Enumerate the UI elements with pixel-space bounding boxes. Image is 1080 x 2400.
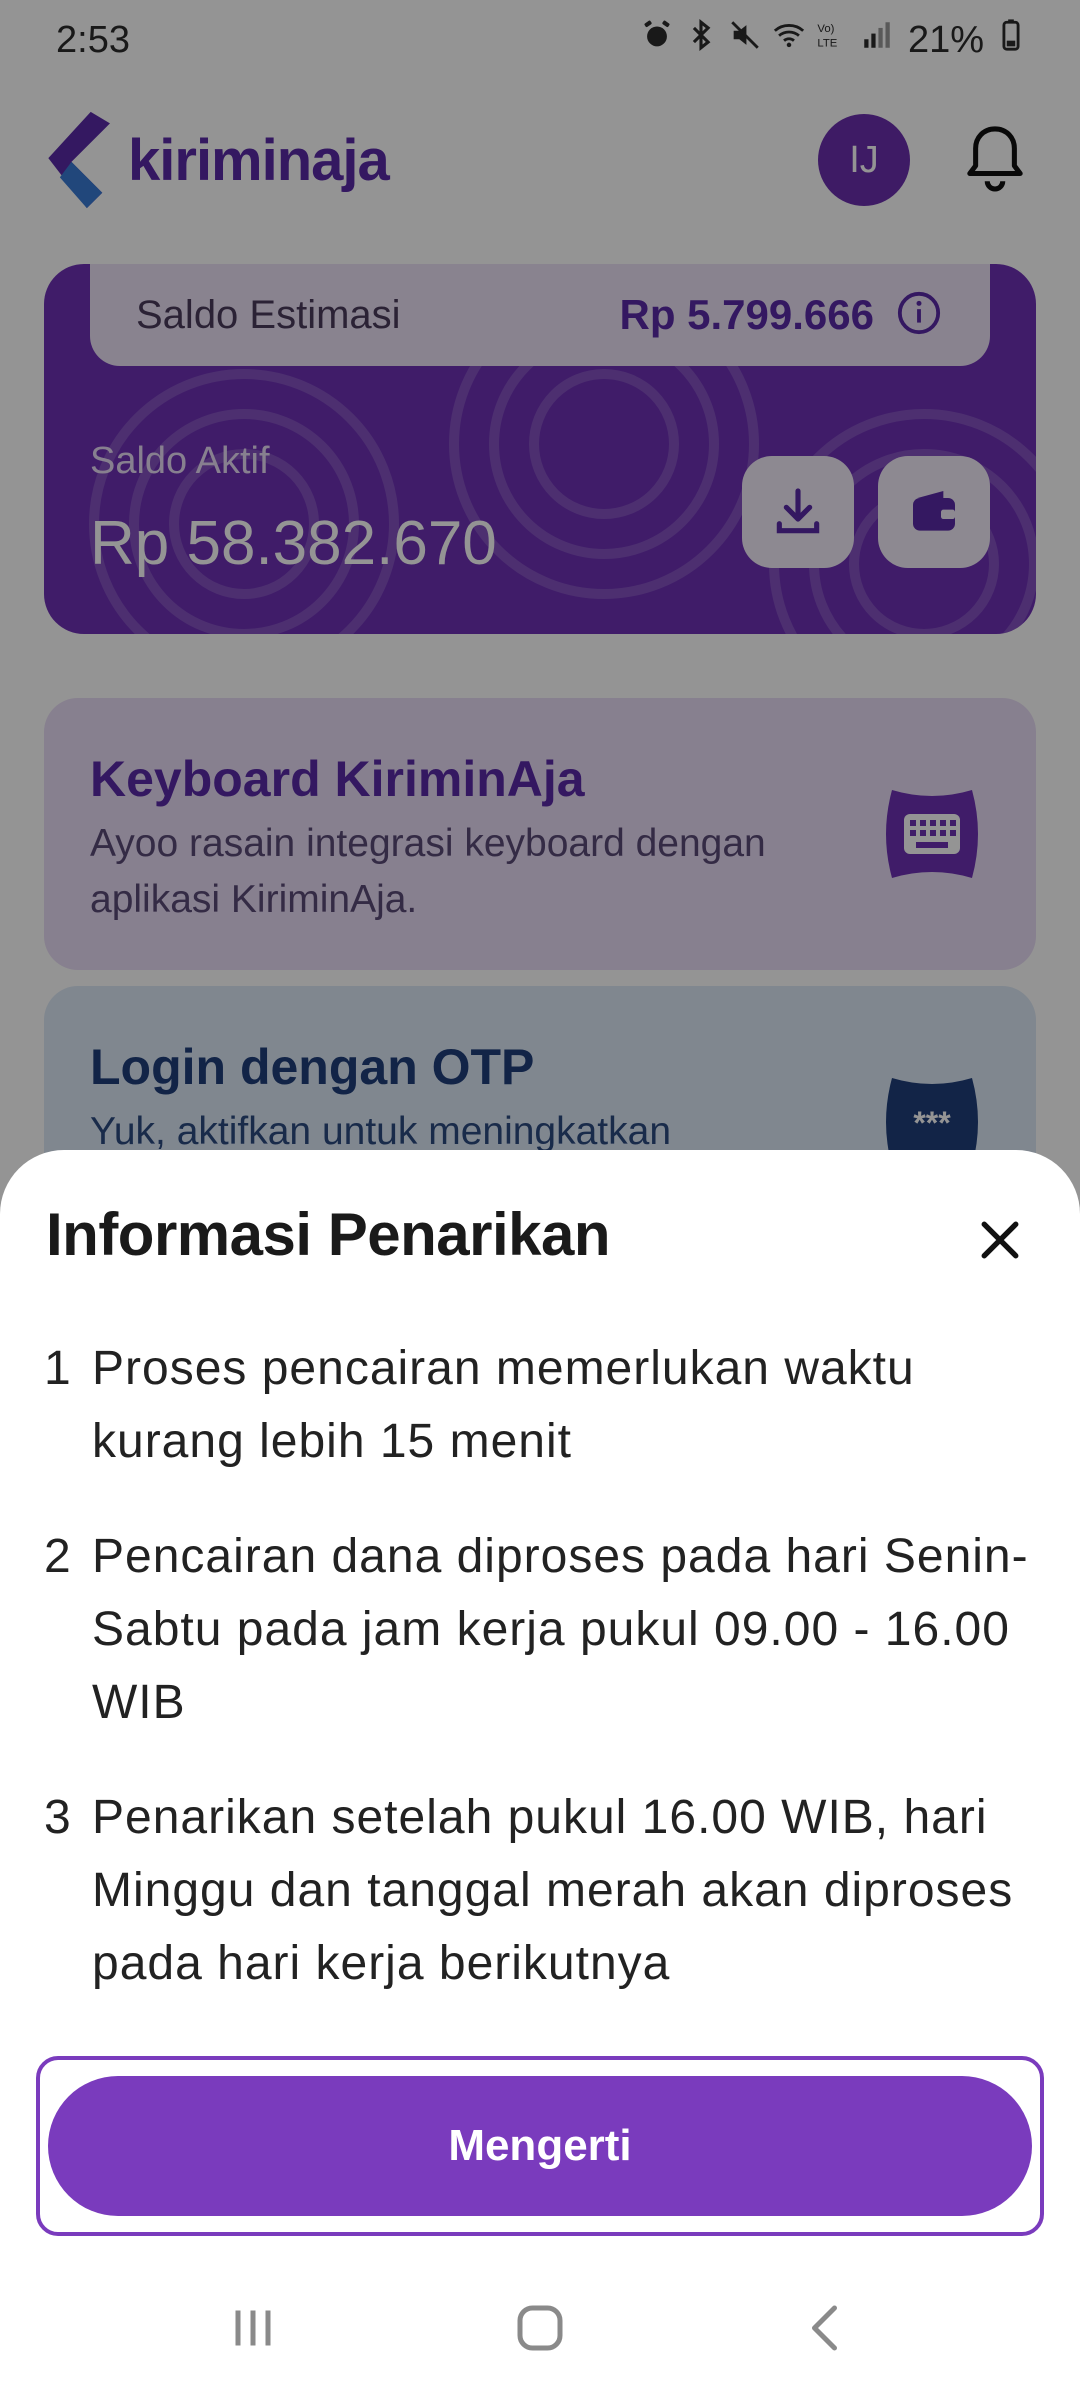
list-item: 3 Penarikan setelah pukul 16.00 WIB, har…	[44, 1781, 1034, 2000]
close-icon[interactable]	[962, 1202, 1038, 1278]
recent-apps-icon[interactable]	[223, 2298, 283, 2363]
sheet-title: Informasi Penarikan	[46, 1201, 611, 1268]
list-item-number: 2	[44, 1530, 72, 1583]
list-item-text: Proses pencairan memerlukan waktu kurang…	[92, 1342, 915, 1468]
list-item-number: 3	[44, 1791, 72, 1844]
mengerti-button[interactable]: Mengerti	[48, 2076, 1032, 2216]
list-item-text: Penarikan setelah pukul 16.00 WIB, hari …	[92, 1791, 1014, 1990]
info-list: 1 Proses pencairan memerlukan waktu kura…	[44, 1332, 1034, 2042]
list-item-number: 1	[44, 1342, 72, 1395]
system-nav-bar	[0, 2270, 1080, 2390]
home-icon[interactable]	[510, 2298, 570, 2363]
list-item-text: Pencairan dana diproses pada hari Senin-…	[92, 1530, 1029, 1729]
list-item: 1 Proses pencairan memerlukan waktu kura…	[44, 1332, 1034, 1478]
back-icon[interactable]	[797, 2298, 857, 2363]
withdrawal-info-sheet: Informasi Penarikan 1 Proses pencairan m…	[0, 1150, 1080, 2400]
list-item: 2 Pencairan dana diproses pada hari Seni…	[44, 1520, 1034, 1739]
